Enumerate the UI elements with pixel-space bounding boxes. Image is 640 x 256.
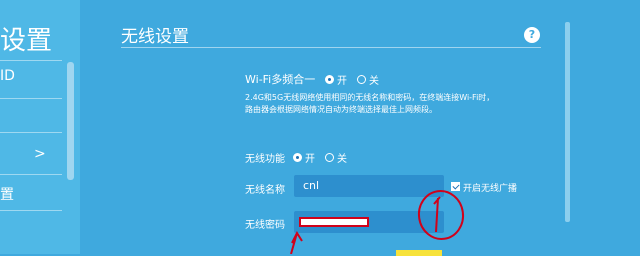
circle-annotation (417, 190, 465, 240)
number-one-annotation (433, 196, 441, 233)
annotation-overlay (290, 190, 465, 254)
arrow-annotation (290, 230, 303, 254)
